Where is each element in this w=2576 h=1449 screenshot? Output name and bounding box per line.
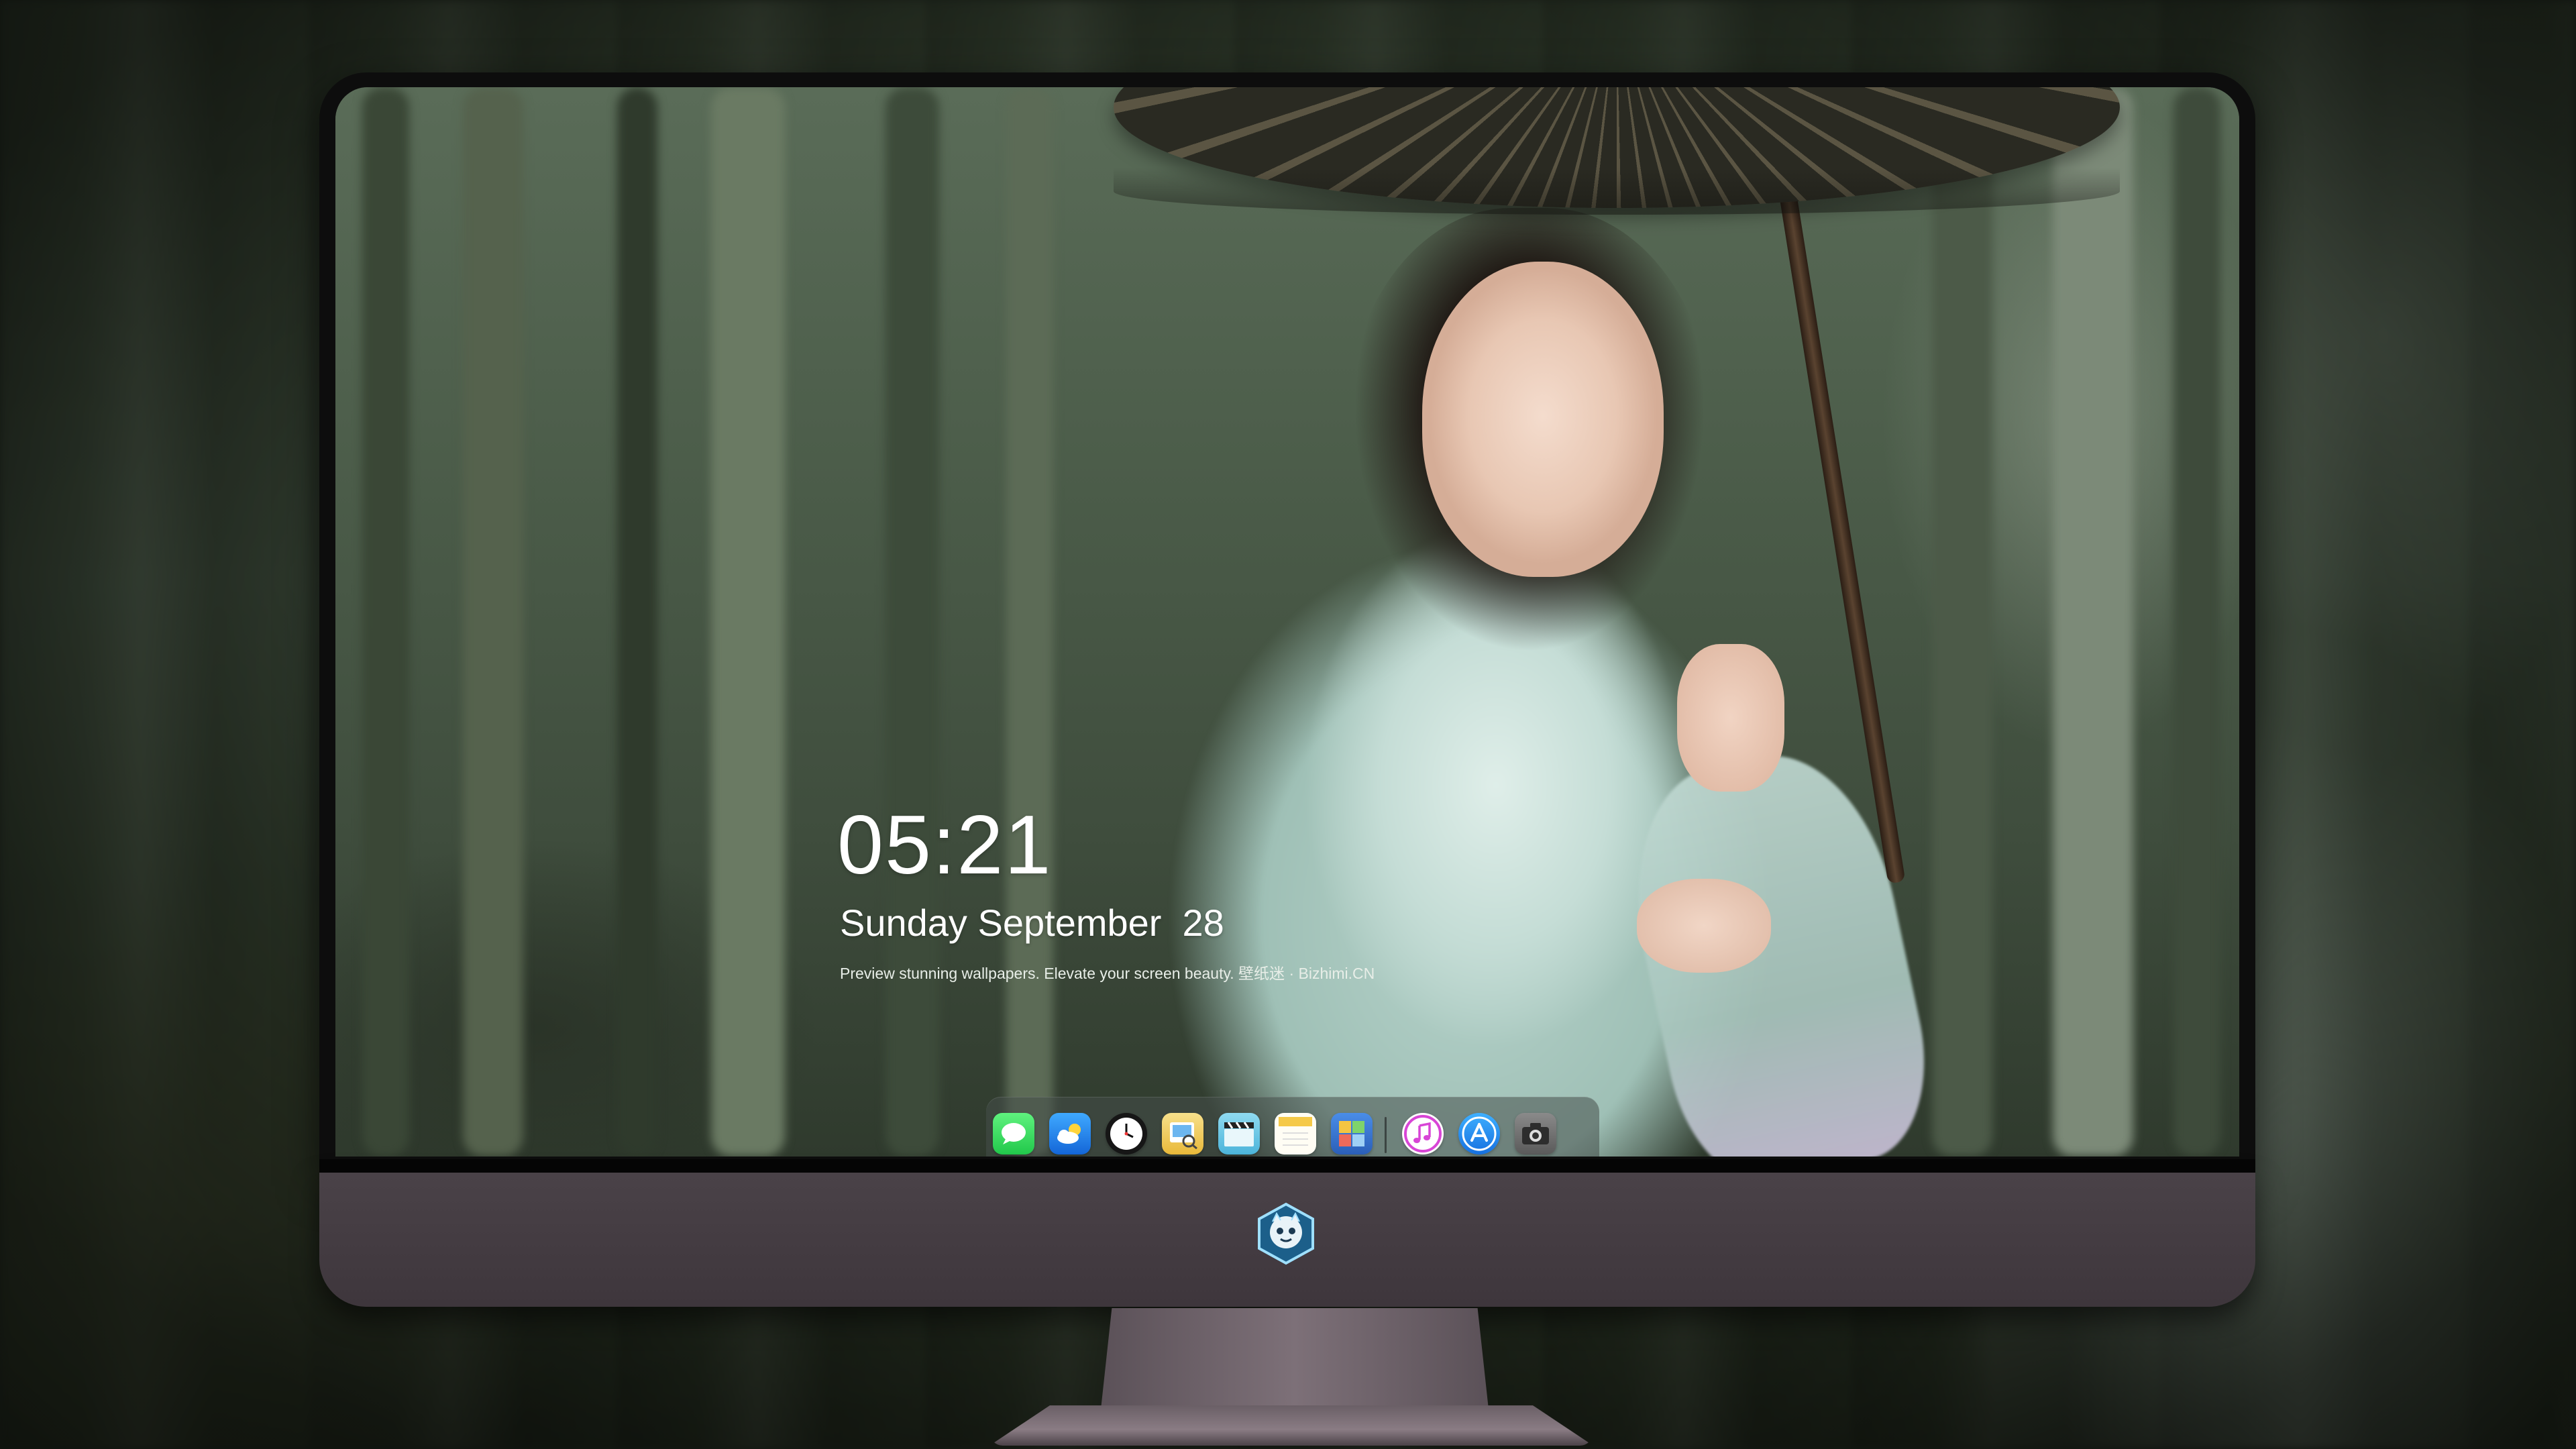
screen: 05:21 Sunday September 28 Preview stunni…	[335, 87, 2239, 1157]
dock	[986, 1097, 1599, 1157]
bamboo-stalk	[617, 87, 657, 1157]
lockscreen-date: Sunday September 28	[840, 902, 1224, 944]
bamboo-stalk	[2174, 87, 2220, 1157]
monitor-stand-base	[989, 1405, 1593, 1446]
umbrella-rim	[1114, 168, 2120, 215]
app-store-icon[interactable]	[1458, 1113, 1500, 1155]
page: 05:21 Sunday September 28 Preview stunni…	[0, 0, 2576, 1449]
bamboo-stalk	[711, 87, 785, 1157]
music-icon[interactable]	[1402, 1113, 1444, 1155]
monitor-stand-neck	[1100, 1308, 1489, 1415]
lockscreen-tagline: Preview stunning wallpapers. Elevate you…	[840, 965, 1375, 982]
photo-booth-icon[interactable]	[1331, 1113, 1373, 1155]
weather-icon[interactable]	[1049, 1113, 1091, 1155]
bamboo-stalk	[2053, 87, 2133, 1157]
messages-icon[interactable]	[993, 1113, 1034, 1155]
bamboo-stalk	[1932, 87, 1992, 1157]
preview-icon[interactable]	[1162, 1113, 1203, 1155]
lockscreen-time: 05:21	[837, 799, 1053, 892]
imovie-icon[interactable]	[1218, 1113, 1260, 1155]
dock-separator	[1385, 1117, 1387, 1153]
figure-face	[1422, 262, 1664, 577]
figure-hand	[1677, 644, 1784, 792]
camera-icon[interactable]	[1515, 1113, 1556, 1155]
brand-logo-icon	[1254, 1201, 1318, 1266]
bamboo-stalk	[362, 87, 409, 1157]
bamboo-stalk	[885, 87, 939, 1157]
monitor-bezel: 05:21 Sunday September 28 Preview stunni…	[319, 72, 2255, 1173]
clock-icon[interactable]	[1106, 1113, 1147, 1155]
bamboo-stalk	[463, 87, 523, 1157]
bamboo-stalk	[1006, 87, 1053, 1157]
figure-hand	[1637, 879, 1771, 973]
monitor: 05:21 Sunday September 28 Preview stunni…	[319, 72, 2255, 1307]
screen-bottom-edge	[319, 1159, 2255, 1174]
notes-icon[interactable]	[1275, 1113, 1316, 1155]
